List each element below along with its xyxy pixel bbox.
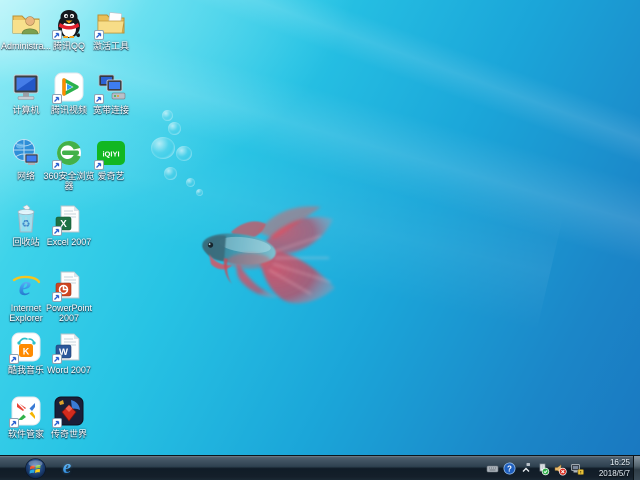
shortcut-arrow-badge: [94, 94, 104, 104]
icon-label: Excel 2007: [47, 237, 92, 247]
svg-text:K: K: [23, 347, 30, 357]
system-tray: ?: [485, 456, 584, 480]
show-hidden-icons-chevron[interactable]: [519, 462, 533, 476]
safety-check-icon[interactable]: [536, 462, 550, 476]
shortcut-arrow-badge: [52, 292, 62, 302]
taskbar-internet-explorer-button[interactable]: e: [54, 456, 80, 480]
svg-text:♻: ♻: [22, 219, 31, 230]
tencent-video-play-icon: [52, 70, 86, 104]
tools-folder-icon: [94, 6, 128, 40]
desktop-icon-iqiyi[interactable]: iQIYI 爱奇艺: [85, 136, 137, 181]
show-desktop-button[interactable]: [633, 456, 640, 480]
shortcut-arrow-badge: [52, 226, 62, 236]
bubble: [151, 137, 175, 159]
kuwo-music-icon: K: [9, 330, 43, 364]
icon-label: 腾讯QQ: [53, 41, 85, 51]
360-browser-icon: [52, 136, 86, 170]
taskbar: e ? 16:25 2018/5/7: [0, 455, 640, 480]
software-manager-icon: [9, 394, 43, 428]
ie-icon: e: [63, 457, 71, 479]
icon-label: 激活工具: [93, 41, 129, 51]
shortcut-arrow-badge: [94, 160, 104, 170]
excel-icon: X: [52, 202, 86, 236]
qq-penguin-icon: [52, 6, 86, 40]
volume-muted-icon[interactable]: [553, 462, 567, 476]
icon-label: 回收站: [12, 237, 39, 247]
broadband-connection-icon: [94, 70, 128, 104]
shortcut-arrow-badge: [52, 354, 62, 364]
svg-text:iQIYI: iQIYI: [102, 150, 119, 159]
bubble: [168, 122, 181, 135]
shortcut-arrow-badge: [52, 418, 62, 428]
network-globe-icon: [9, 136, 43, 170]
taskbar-clock[interactable]: 16:25 2018/5/7: [586, 457, 630, 479]
icon-label: 计算机: [12, 105, 39, 115]
desktop-icon-legend-world[interactable]: 传奇世界: [43, 394, 95, 439]
input-indicator-icon[interactable]: [485, 462, 499, 476]
shortcut-arrow-badge: [52, 160, 62, 170]
shortcut-arrow-badge: [9, 418, 19, 428]
bubble: [164, 167, 177, 180]
icon-label: 腾讯视频: [51, 105, 87, 115]
user-folder-icon: [9, 6, 43, 40]
shortcut-arrow-badge: [52, 30, 62, 40]
network-warning-icon[interactable]: [570, 462, 584, 476]
bubble: [186, 178, 195, 187]
legend-world-game-icon: [52, 394, 86, 428]
start-button[interactable]: [25, 458, 46, 479]
desktop-icon-excel-2007[interactable]: X Excel 2007: [43, 202, 95, 247]
clock-time: 16:25: [586, 457, 630, 468]
desktop-icon-word-2007[interactable]: W Word 2007: [43, 330, 95, 375]
shortcut-arrow-badge: [94, 30, 104, 40]
icon-label: 宽带连接: [93, 105, 129, 115]
iqiyi-icon: iQIYI: [94, 136, 128, 170]
powerpoint-icon: [52, 268, 86, 302]
recycle-bin-icon: ♻: [9, 202, 43, 236]
desktop-surface[interactable]: Administra... 腾讯QQ: [0, 0, 640, 480]
desktop-icon-activation-tools[interactable]: 激活工具: [85, 6, 137, 51]
icon-label: 爱奇艺: [97, 171, 124, 181]
shortcut-arrow-badge: [52, 94, 62, 104]
svg-text:?: ?: [507, 464, 512, 473]
betta-fish-image: [193, 192, 343, 310]
icon-label: PowerPoint 2007: [43, 303, 95, 323]
help-icon[interactable]: ?: [502, 462, 516, 476]
word-icon: W: [52, 330, 86, 364]
icon-label: 传奇世界: [51, 429, 87, 439]
icon-label: 网络: [17, 171, 35, 181]
desktop-icon-broadband-connection[interactable]: 宽带连接: [85, 70, 137, 115]
internet-explorer-icon: e: [9, 268, 43, 302]
clock-date: 2018/5/7: [586, 468, 630, 479]
computer-monitor-icon: [9, 70, 43, 104]
icon-label: Word 2007: [47, 365, 91, 375]
shortcut-arrow-badge: [9, 354, 19, 364]
svg-text:e: e: [19, 271, 31, 301]
icon-label: 软件管家: [8, 429, 44, 439]
desktop-icon-powerpoint-2007[interactable]: PowerPoint 2007: [43, 268, 95, 323]
icon-label: 酷我音乐: [8, 365, 44, 375]
bubble: [176, 146, 192, 161]
bubble: [162, 110, 173, 121]
